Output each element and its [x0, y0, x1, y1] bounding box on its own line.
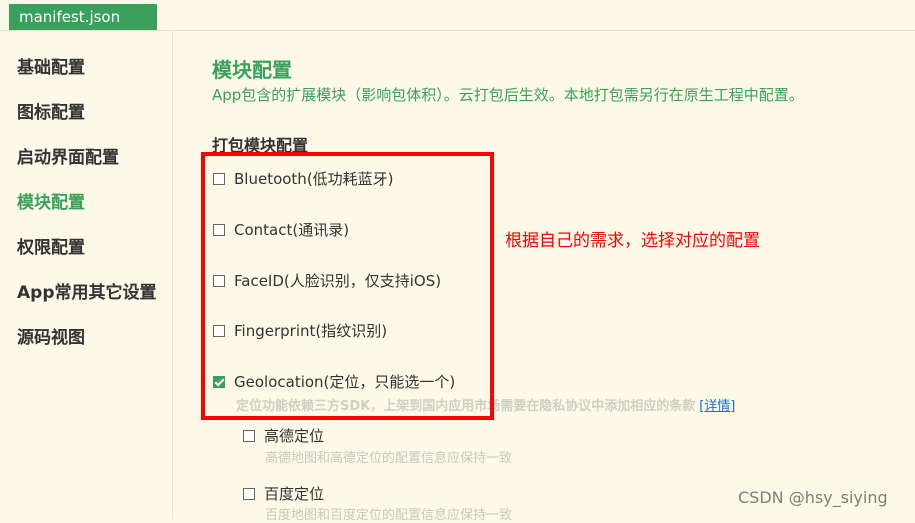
- checkbox-icon[interactable]: [243, 429, 255, 442]
- sidebar-item-basic[interactable]: 基础配置: [17, 53, 85, 78]
- sidebar-item-icon[interactable]: 图标配置: [17, 98, 85, 123]
- sidebar-item-modules[interactable]: 模块配置: [17, 188, 85, 213]
- watermark: CSDN @hsy_siying: [738, 488, 888, 507]
- sidebar-item-source-view[interactable]: 源码视图: [17, 323, 85, 348]
- geo-option-baidu[interactable]: 百度定位: [243, 483, 324, 504]
- checkbox-icon[interactable]: [243, 487, 255, 500]
- geo-option-note: 高德地图和高德定位的配置信息应保持一致: [265, 451, 513, 466]
- sidebar-item-splash[interactable]: 启动界面配置: [17, 143, 119, 168]
- annotation-text: 根据自己的需求，选择对应的配置: [505, 231, 760, 251]
- tab-manifest-json[interactable]: manifest.json: [9, 4, 157, 30]
- sidebar: 基础配置 图标配置 启动界面配置 模块配置 权限配置 App常用其它设置 源码视…: [0, 31, 173, 519]
- geo-option-label: 高德定位: [264, 427, 325, 445]
- page-title: 模块配置: [212, 58, 292, 82]
- details-link[interactable]: [详情]: [699, 399, 735, 414]
- geo-option-amap[interactable]: 高德定位: [243, 425, 324, 446]
- page-description: App包含的扩展模块（影响包体积）。云打包后生效。本地打包需另行在原生工程中配置…: [212, 86, 804, 104]
- geo-option-label: 百度定位: [264, 485, 325, 503]
- geo-option-note: 百度地图和百度定位的配置信息应保持一致: [265, 508, 513, 523]
- sidebar-item-permissions[interactable]: 权限配置: [17, 233, 85, 258]
- highlight-box: [201, 152, 494, 420]
- sidebar-item-app-settings[interactable]: App常用其它设置: [17, 278, 157, 303]
